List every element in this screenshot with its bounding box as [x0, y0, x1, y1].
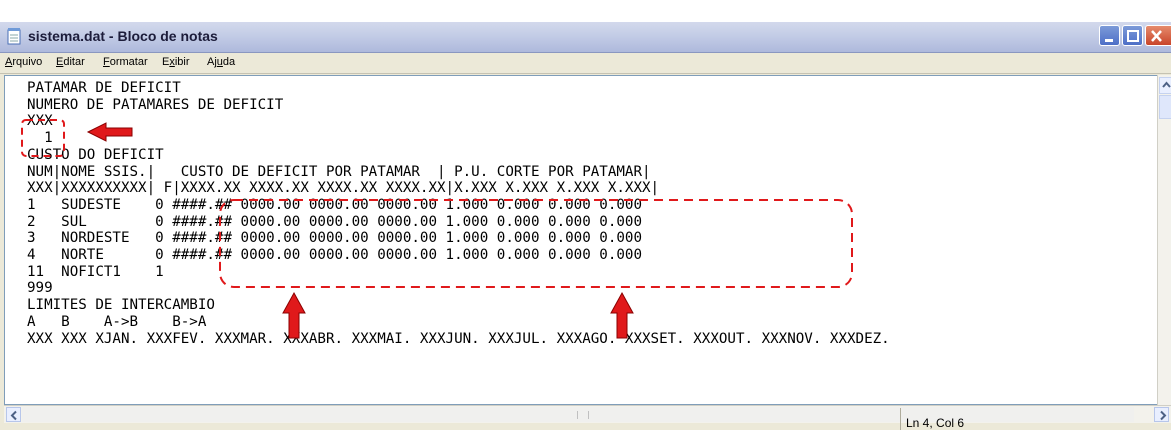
- text-line: 11 NOFICT1 1: [27, 263, 164, 280]
- text-line: 3 NORDESTE 0 ####.## 0000.00 0000.00 000…: [27, 230, 642, 247]
- text-line: CUSTO DO DEFICIT: [27, 146, 164, 163]
- vertical-scrollbar[interactable]: [1157, 75, 1171, 405]
- horizontal-scroll-thumb[interactable]: [22, 407, 1134, 422]
- menu-exibir[interactable]: Exibir: [162, 56, 190, 68]
- scroll-right-icon: [1160, 410, 1167, 421]
- cursor-position: Ln 4, Col 6: [906, 416, 965, 430]
- notepad-icon: [7, 28, 21, 45]
- status-divider: [900, 408, 901, 430]
- menu-editar[interactable]: Editar: [56, 56, 85, 68]
- title-bar[interactable]: sistema.dat - Bloco de notas: [0, 22, 1171, 53]
- scroll-right-button[interactable]: [1154, 407, 1169, 422]
- minimize-button[interactable]: [1099, 25, 1120, 46]
- text-line: NUMERO DE PATAMARES DE DEFICIT: [27, 96, 284, 113]
- editor-content[interactable]: PATAMAR DE DEFICIT NUMERO DE PATAMARES D…: [27, 80, 890, 347]
- menu-arquivo[interactable]: Arquivo: [5, 56, 42, 68]
- text-line: XXX XXX XJAN. XXXFEV. XXXMAR. XXXABR. XX…: [27, 330, 890, 347]
- window-title: sistema.dat - Bloco de notas: [28, 28, 218, 44]
- menu-bar: Arquivo Editar Formatar Exibir Ajuda: [0, 53, 1171, 74]
- text-line: NUM|NOME SSIS.| CUSTO DE DEFICIT POR PAT…: [27, 163, 651, 180]
- text-line: A B A->B B->A: [27, 313, 207, 330]
- maximize-button[interactable]: [1122, 25, 1143, 46]
- scroll-up-button[interactable]: [1159, 77, 1171, 94]
- notepad-window: sistema.dat - Bloco de notas Arquivo Edi…: [0, 22, 1171, 430]
- text-line: XXX|XXXXXXXXXX| F|XXXX.XX XXXX.XX XXXX.X…: [27, 180, 660, 197]
- close-icon: [1151, 30, 1162, 42]
- text-line: PATAMAR DE DEFICIT: [27, 80, 181, 96]
- menu-ajuda[interactable]: Ajuda: [207, 56, 235, 68]
- scroll-thumb[interactable]: [1159, 95, 1171, 119]
- menu-formatar[interactable]: Formatar: [103, 56, 148, 68]
- text-line: 1 SUDESTE 0 ####.## 0000.00 0000.00 0000…: [27, 196, 642, 213]
- close-button[interactable]: [1145, 25, 1171, 46]
- scroll-left-icon: [10, 410, 17, 421]
- scroll-left-button[interactable]: [6, 407, 21, 422]
- maximize-icon: [1127, 30, 1139, 42]
- minimize-icon: [1105, 39, 1113, 42]
- text-line: 2 SUL 0 ####.## 0000.00 0000.00 0000.00 …: [27, 213, 642, 230]
- text-line: 4 NORTE 0 ####.## 0000.00 0000.00 0000.0…: [27, 247, 642, 264]
- text-line: 1: [27, 130, 53, 147]
- text-editor[interactable]: PATAMAR DE DEFICIT NUMERO DE PATAMARES D…: [4, 75, 1164, 405]
- scroll-up-icon: [1162, 81, 1171, 88]
- horizontal-scrollbar[interactable]: [4, 405, 1171, 423]
- text-line: 999: [27, 280, 53, 297]
- text-line: LIMITES DE INTERCAMBIO: [27, 297, 215, 314]
- text-line: XXX: [27, 113, 53, 130]
